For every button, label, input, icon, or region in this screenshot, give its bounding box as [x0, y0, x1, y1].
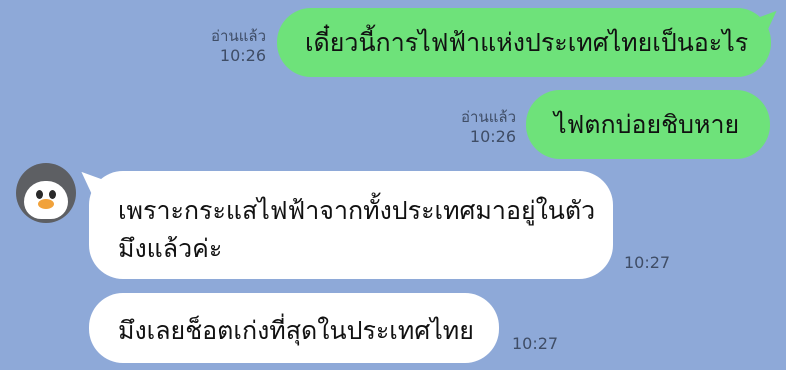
- sent-message-bubble[interactable]: เดี๋ยวนี้การไฟฟ้าแห่งประเทศไทยเป็นอะไร: [277, 8, 771, 77]
- avatar-eye: [36, 190, 43, 199]
- penguin-icon[interactable]: [16, 163, 76, 223]
- message-time: 10:27: [512, 334, 559, 353]
- message-text: เพราะกระแสไฟฟ้าจากทั้งประเทศมาอยู่ในตัว …: [118, 192, 595, 268]
- message-time: 10:26: [469, 127, 516, 146]
- message-line: มึงแล้วค่ะ: [118, 234, 223, 263]
- message-time: 10:26: [219, 46, 266, 65]
- chat-window: อ่านแล้ว 10:26 เดี๋ยวนี้การไฟฟ้าแห่งประเ…: [0, 0, 786, 370]
- message-text: เดี๋ยวนี้การไฟฟ้าแห่งประเทศไทยเป็นอะไร: [305, 27, 749, 57]
- message-text: มึงเลยช็อตเก่งที่สุดในประเทศไทย: [118, 316, 474, 345]
- read-status: อ่านแล้ว: [461, 108, 516, 126]
- message-meta: อ่านแล้ว 10:26: [446, 108, 516, 146]
- message-line: เพราะกระแสไฟฟ้าจากทั้งประเทศมาอยู่ในตัว: [118, 196, 596, 225]
- avatar-beak: [38, 199, 54, 209]
- message-text: ไฟตกบ่อยชิบหาย: [554, 109, 740, 139]
- message-meta: อ่านแล้ว 10:26: [196, 27, 266, 65]
- avatar-eye: [49, 190, 56, 199]
- read-status: อ่านแล้ว: [211, 27, 266, 45]
- sent-message-bubble[interactable]: ไฟตกบ่อยชิบหาย: [526, 90, 770, 159]
- message-time: 10:27: [624, 253, 671, 272]
